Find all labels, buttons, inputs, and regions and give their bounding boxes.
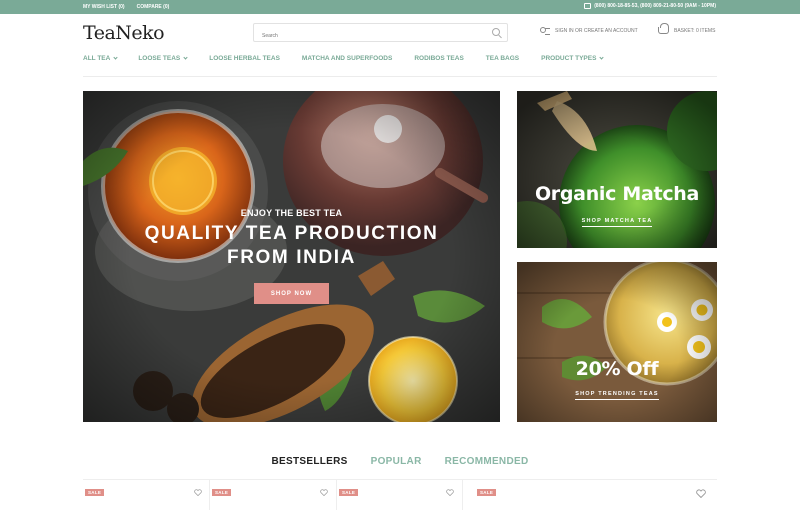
user-icon xyxy=(540,27,550,35)
nav-item-all-tea[interactable]: ALL TEA xyxy=(83,55,118,62)
chevron-down-icon xyxy=(113,55,118,60)
product-card[interactable]: SALE xyxy=(336,480,462,510)
nav-label: TEA BAGS xyxy=(485,55,520,62)
hero-eyebrow: ENJOY THE BEST TEA xyxy=(240,208,343,218)
nav-item-loose-teas[interactable]: LOOSE TEAS xyxy=(138,55,188,62)
nav-item-matcha[interactable]: MATCHA AND SUPERFOODS xyxy=(302,55,392,62)
nav-label: ALL TEA xyxy=(83,55,111,62)
product-card[interactable]: SALE xyxy=(209,480,336,510)
hero-content: ENJOY THE BEST TEA QUALITY TEA PRODUCTIO… xyxy=(83,91,500,422)
heart-icon[interactable] xyxy=(194,489,202,496)
heart-icon[interactable] xyxy=(696,489,706,498)
shop-trending-label: SHOP TRENDING TEAS xyxy=(575,391,659,400)
heart-icon[interactable] xyxy=(446,489,454,496)
chevron-down-icon xyxy=(599,55,605,60)
search-input[interactable] xyxy=(254,27,474,45)
shop-matcha-label: SHOP MATCHA TEA xyxy=(581,218,653,227)
account-label: SIGN IN OR CREATE AN ACCOUNT xyxy=(555,28,638,34)
shop-trending-link[interactable]: SHOP TRENDING TEAS xyxy=(517,391,717,400)
sale-badge: SALE xyxy=(212,489,232,496)
hero-banner: ENJOY THE BEST TEA QUALITY TEA PRODUCTIO… xyxy=(83,91,500,422)
hero-title: QUALITY TEA PRODUCTION FROM INDIA xyxy=(83,222,500,270)
heart-icon[interactable] xyxy=(320,489,328,496)
nav-item-product-types[interactable]: PRODUCT TYPES xyxy=(541,55,605,62)
tab-bestsellers[interactable]: BESTSELLERS xyxy=(272,456,348,467)
hero-title-line-2: FROM INDIA xyxy=(227,247,356,268)
product-grid: SALE SALE SALE SALE xyxy=(83,479,717,510)
nav-divider xyxy=(83,76,717,77)
nav-label: RODIBOS TEAS xyxy=(414,55,464,62)
shop-now-button[interactable]: SHOP NOW xyxy=(254,283,329,304)
phone-numbers: (800) 800-18-85-53, (800) 809-21-80-50 (… xyxy=(594,3,716,9)
basket-label: BASKET: 0 ITEMS xyxy=(674,27,716,34)
nav-label: PRODUCT TYPES xyxy=(541,55,597,62)
product-card[interactable]: SALE xyxy=(83,480,209,510)
sale-badge: SALE xyxy=(85,489,105,496)
nav-item-loose-herbal-teas[interactable]: LOOSE HERBAL TEAS xyxy=(209,55,280,62)
main-nav: ALL TEA LOOSE TEAS LOOSE HERBAL TEAS MAT… xyxy=(83,55,605,62)
wishlist-link[interactable]: MY WISH LIST (0) xyxy=(83,4,125,10)
promo-tile-matcha[interactable]: Organic Matcha SHOP MATCHA TEA xyxy=(517,91,717,248)
shop-matcha-link[interactable]: SHOP MATCHA TEA xyxy=(517,218,717,227)
hero-title-line-1: QUALITY TEA PRODUCTION xyxy=(144,223,439,244)
phone-icon xyxy=(584,3,592,9)
product-card[interactable]: SALE xyxy=(462,480,717,510)
basket-link[interactable]: BASKET: 0 ITEMS xyxy=(658,23,716,34)
nav-label: LOOSE HERBAL TEAS xyxy=(209,55,280,62)
sale-badge: SALE xyxy=(477,489,497,496)
search-icon[interactable] xyxy=(492,28,500,36)
nav-label: MATCHA AND SUPERFOODS xyxy=(301,55,393,62)
basket-icon xyxy=(658,23,669,34)
promo-title-sale: 20% Off xyxy=(575,358,659,380)
compare-link[interactable]: COMPARE (0) xyxy=(137,4,170,10)
nav-label: LOOSE TEAS xyxy=(138,55,181,62)
promo-title-matcha: Organic Matcha xyxy=(534,183,700,205)
nav-item-tea-bags[interactable]: TEA BAGS xyxy=(486,55,519,62)
product-tabs: BESTSELLERS POPULAR RECOMMENDED xyxy=(0,456,800,467)
nav-item-rodibos[interactable]: RODIBOS TEAS xyxy=(414,55,463,62)
sale-badge: SALE xyxy=(339,489,359,496)
site-logo[interactable]: TeaNeko xyxy=(83,22,165,44)
promo-tile-sale[interactable]: 20% Off SHOP TRENDING TEAS xyxy=(517,262,717,422)
top-bar: MY WISH LIST (0) COMPARE (0) (800) 800-1… xyxy=(0,0,800,14)
tab-recommended[interactable]: RECOMMENDED xyxy=(445,456,529,467)
tab-popular[interactable]: POPULAR xyxy=(371,456,422,467)
chevron-down-icon xyxy=(183,55,188,60)
account-link[interactable]: SIGN IN OR CREATE AN ACCOUNT xyxy=(540,27,638,35)
search-bar xyxy=(253,23,508,45)
